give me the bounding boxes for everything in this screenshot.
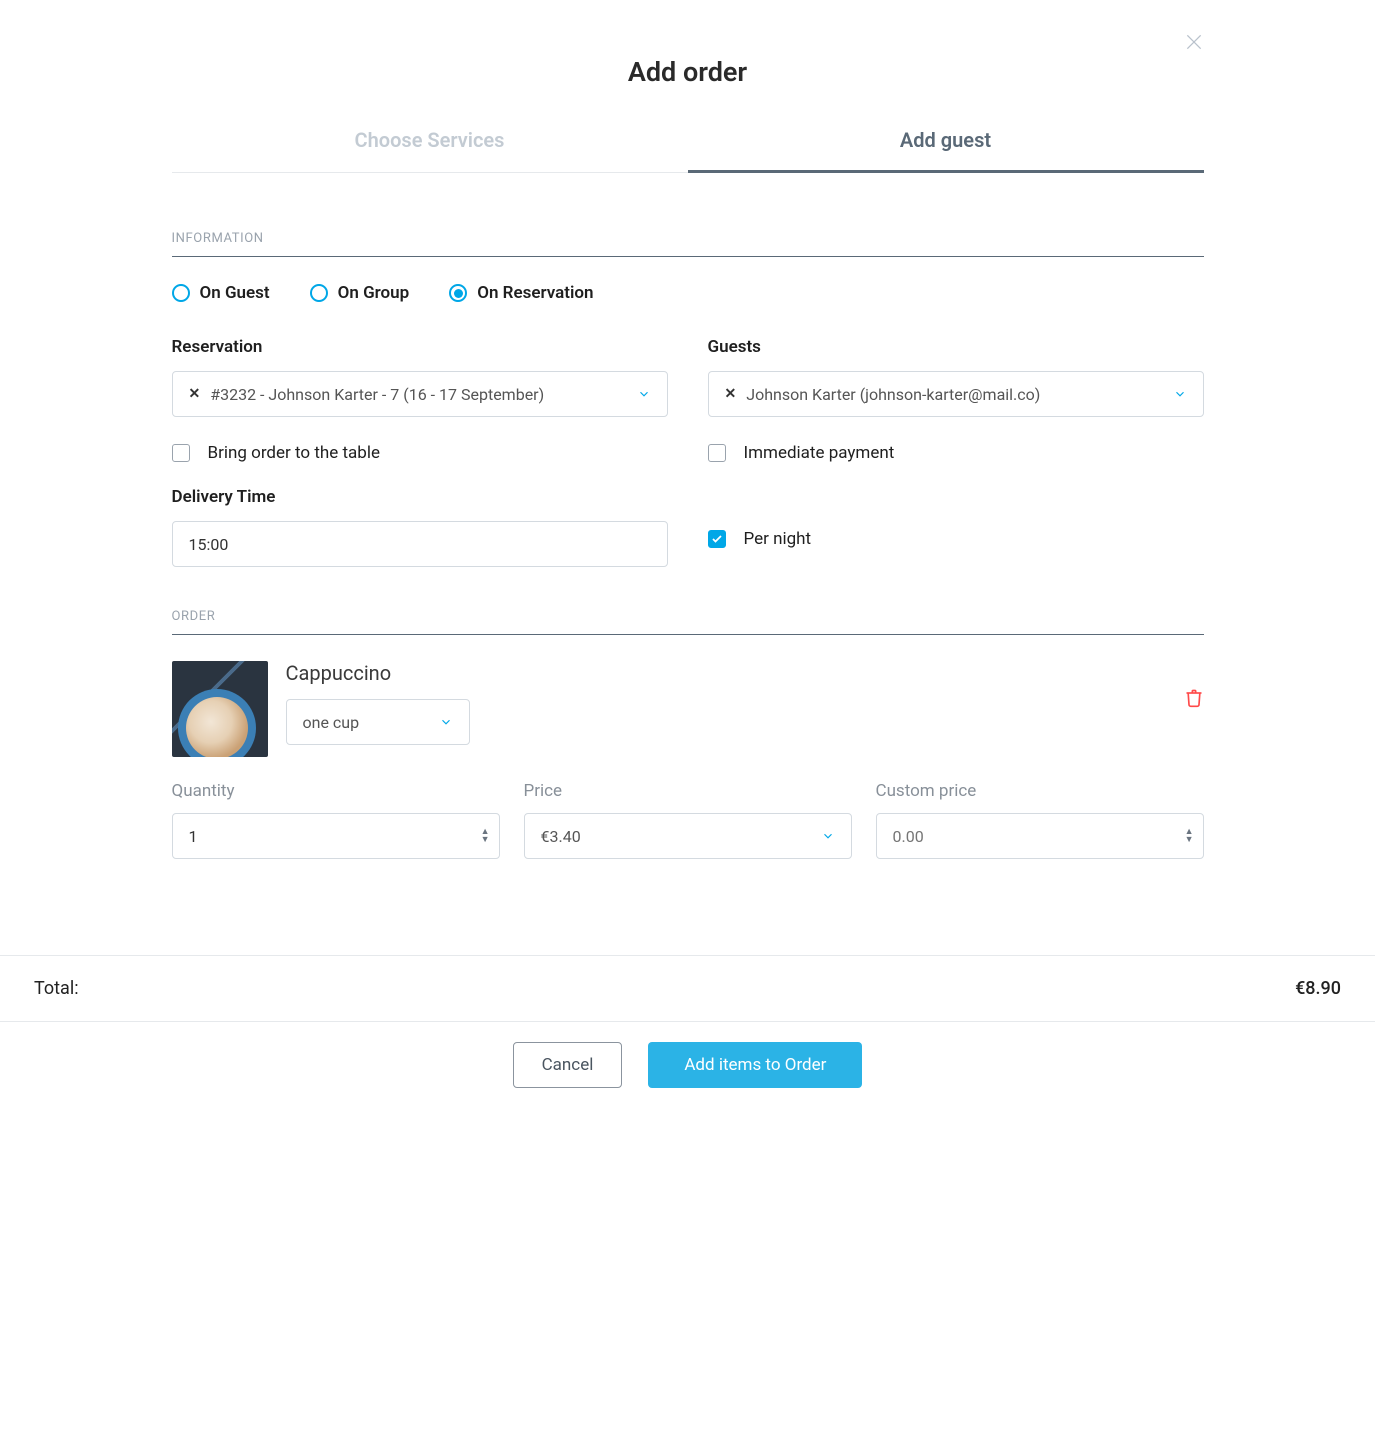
- close-icon[interactable]: [1184, 32, 1204, 56]
- radio-label: On Guest: [200, 283, 270, 303]
- quantity-stepper[interactable]: ▲▼: [481, 828, 490, 844]
- custom-price-input[interactable]: [876, 813, 1204, 859]
- radio-on-guest[interactable]: On Guest: [172, 283, 270, 303]
- total-value: €8.90: [1295, 978, 1341, 999]
- variant-select[interactable]: one cup: [286, 699, 470, 745]
- chevron-down-icon: [439, 715, 453, 729]
- item-name: Cappuccino: [286, 661, 1204, 685]
- radio-on-group[interactable]: On Group: [310, 283, 410, 303]
- guests-value: Johnson Karter (johnson-karter@mail.co): [746, 385, 1172, 404]
- radio-icon: [449, 284, 467, 302]
- checkbox-icon: [708, 444, 726, 462]
- checkbox-bring-to-table[interactable]: Bring order to the table: [172, 443, 668, 463]
- price-label: Price: [524, 781, 852, 801]
- tab-add-guest[interactable]: Add guest: [688, 116, 1204, 173]
- section-order-label: ORDER: [172, 609, 1204, 624]
- tab-choose-services[interactable]: Choose Services: [172, 116, 688, 172]
- custom-price-stepper[interactable]: ▲▼: [1185, 828, 1194, 844]
- clear-icon[interactable]: ✕: [725, 386, 737, 402]
- chevron-down-icon: [637, 387, 651, 401]
- order-item-row: Cappuccino one cup: [172, 661, 1204, 757]
- radio-label: On Group: [338, 283, 410, 303]
- section-divider: [172, 256, 1204, 257]
- guests-label: Guests: [708, 337, 1204, 357]
- custom-price-label: Custom price: [876, 781, 1204, 801]
- cancel-button[interactable]: Cancel: [513, 1042, 623, 1088]
- checkbox-icon: [172, 444, 190, 462]
- quantity-label: Quantity: [172, 781, 500, 801]
- delivery-time-input[interactable]: [172, 521, 668, 567]
- checkbox-label: Per night: [744, 529, 812, 549]
- section-information-label: INFORMATION: [172, 231, 1204, 246]
- footer-actions: Cancel Add items to Order: [0, 1042, 1375, 1088]
- reservation-select[interactable]: ✕ #3232 - Johnson Karter - 7 (16 - 17 Se…: [172, 371, 668, 417]
- total-label: Total:: [34, 978, 79, 999]
- clear-icon[interactable]: ✕: [189, 386, 201, 402]
- guests-select[interactable]: ✕ Johnson Karter (johnson-karter@mail.co…: [708, 371, 1204, 417]
- checkbox-immediate-payment[interactable]: Immediate payment: [708, 443, 1204, 463]
- tabs: Choose Services Add guest: [172, 116, 1204, 173]
- price-select[interactable]: €3.40: [524, 813, 852, 859]
- reservation-label: Reservation: [172, 337, 668, 357]
- delete-item-button[interactable]: [1184, 687, 1204, 713]
- radio-icon: [172, 284, 190, 302]
- radio-label: On Reservation: [477, 283, 593, 303]
- add-items-button[interactable]: Add items to Order: [648, 1042, 862, 1088]
- delivery-time-label: Delivery Time: [172, 487, 668, 507]
- total-bar: Total: €8.90: [0, 955, 1375, 1022]
- quantity-input[interactable]: [172, 813, 500, 859]
- checkbox-icon: [708, 530, 726, 548]
- price-value: €3.40: [541, 827, 821, 846]
- radio-icon: [310, 284, 328, 302]
- radio-on-reservation[interactable]: On Reservation: [449, 283, 593, 303]
- section-divider: [172, 634, 1204, 635]
- chevron-down-icon: [1173, 387, 1187, 401]
- item-thumbnail: [172, 661, 268, 757]
- checkbox-label: Bring order to the table: [208, 443, 380, 463]
- chevron-down-icon: [821, 829, 835, 843]
- checkbox-label: Immediate payment: [744, 443, 895, 463]
- checkbox-per-night[interactable]: Per night: [708, 529, 1204, 549]
- variant-value: one cup: [303, 713, 439, 732]
- modal-title: Add order: [172, 56, 1204, 88]
- reservation-value: #3232 - Johnson Karter - 7 (16 - 17 Sept…: [210, 385, 636, 404]
